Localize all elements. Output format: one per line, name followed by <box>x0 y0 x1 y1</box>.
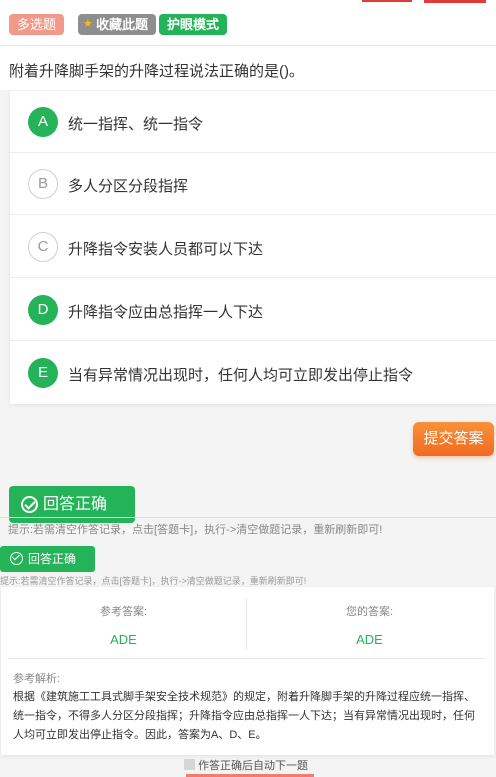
your-answer: 您的答案: ADE <box>247 603 492 647</box>
favorite-button[interactable]: ★ 收藏此题 <box>78 14 157 35</box>
option-letter: E <box>28 358 58 388</box>
star-icon: ★ <box>83 18 93 30</box>
reference-answer: 参考答案: ADE <box>1 603 246 647</box>
eye-mode-button[interactable]: 护眼模式 <box>159 14 228 35</box>
reference-answer-label: 参考答案: <box>99 606 148 618</box>
top-accent-line <box>424 0 486 3</box>
option-letter: C <box>28 232 58 262</box>
check-circle-icon <box>21 496 38 513</box>
question-stem: 附着升降脚手架的升降过程说法正确的是()。 <box>0 46 496 90</box>
top-bar: 多选题 ★ 收藏此题 护眼模式 <box>0 0 496 46</box>
option-letter: B <box>28 169 58 199</box>
option-text: 多人分区分段指挥 <box>68 178 189 195</box>
submit-answer-button[interactable]: 提交答案 <box>413 422 494 456</box>
auto-next-checkbox[interactable]: 作答正确后自动下一题 <box>184 757 308 773</box>
result-label: 回答正确 <box>43 496 108 513</box>
reference-answer-value: ADE <box>110 632 137 647</box>
analysis-label: 参考解析: <box>13 673 61 685</box>
favorite-label: 收藏此题 <box>96 17 149 32</box>
top-accent-line <box>362 0 412 2</box>
option-text: 升降指令应由总指挥一人下达 <box>68 304 264 321</box>
option-letter: D <box>28 295 58 325</box>
option-e[interactable]: E 当有异常情况出现时，任何人均可立即发出停止指令 <box>10 342 496 404</box>
question-text: 附着升降脚手架的升降过程说法正确的是()。 <box>9 63 304 80</box>
option-text: 统一指挥、统一指令 <box>68 116 204 133</box>
your-answer-label: 您的答案: <box>345 606 394 618</box>
analysis-text: 根据《建筑施工工具式脚手架安全技术规范》的规定，附着升降脚手架的升降过程应统一指… <box>13 691 475 741</box>
clear-record-hint-small: 提示:若需清空作答记录，点击[答题卡]，执行->清空做题记录，重新刷新即可! <box>0 576 307 586</box>
option-b[interactable]: B 多人分区分段指挥 <box>10 153 496 215</box>
your-answer-value: ADE <box>356 632 383 647</box>
answer-correct-badge-small: 回答正确 <box>0 546 95 572</box>
option-letter: A <box>28 107 58 137</box>
option-a[interactable]: A 统一指挥、统一指令 <box>10 91 496 153</box>
result-label: 回答正确 <box>28 552 77 566</box>
option-text: 当有异常情况出现时，任何人均可立即发出停止指令 <box>68 367 414 384</box>
check-circle-icon <box>10 552 23 565</box>
question-type-tag: 多选题 <box>9 14 65 35</box>
divider <box>9 658 485 659</box>
option-d[interactable]: D 升降指令应由总指挥一人下达 <box>10 279 496 341</box>
option-c[interactable]: C 升降指令安装人员都可以下达 <box>10 216 496 278</box>
divider <box>0 517 496 518</box>
clear-record-hint: 提示:若需清空作答记录，点击[答题卡]，执行->清空做题记录，重新刷新即可! <box>8 524 383 536</box>
options-list: A 统一指挥、统一指令 B 多人分区分段指挥 C 升降指令安装人员都可以下达 D… <box>10 91 496 404</box>
option-text: 升降指令安装人员都可以下达 <box>68 241 264 258</box>
answer-card: 参考答案: ADE 您的答案: ADE 参考解析: 根据《建筑施工工具式脚手架安… <box>1 587 494 755</box>
checkbox-icon <box>184 759 195 770</box>
auto-next-label: 作答正确后自动下一题 <box>198 760 308 772</box>
